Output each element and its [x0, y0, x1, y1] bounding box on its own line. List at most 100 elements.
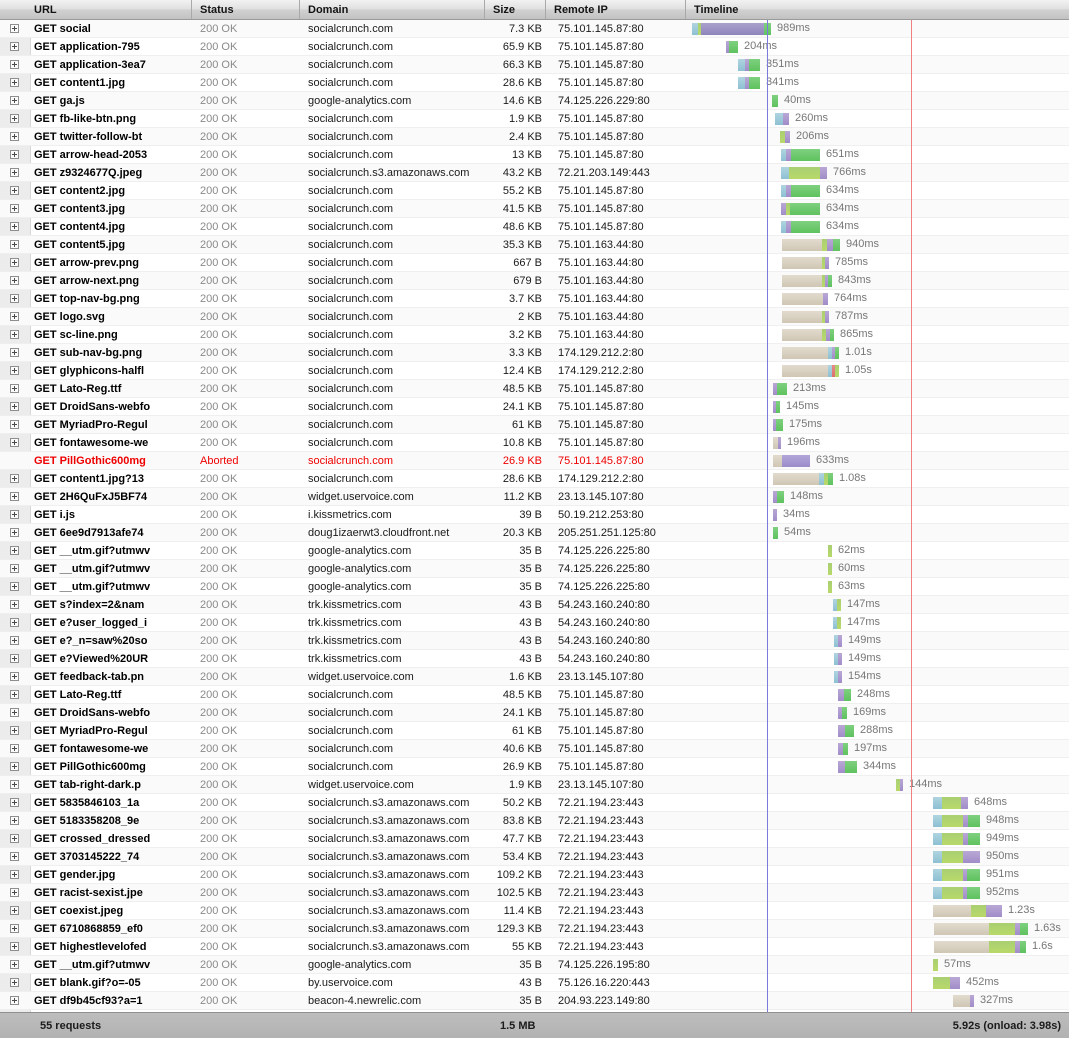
- waterfall-bar[interactable]: [781, 166, 827, 179]
- expand-row-icon[interactable]: [10, 797, 19, 807]
- expand-row-icon[interactable]: [10, 221, 19, 231]
- waterfall-bar[interactable]: [933, 868, 980, 881]
- table-row[interactable]: GET MyriadPro-Regul 200 OK socialcrunch.co…: [0, 416, 1069, 434]
- table-row[interactable]: GET arrow-prev.png 200 OK socialcrunch.com…: [0, 254, 1069, 272]
- table-row[interactable]: GET arrow-next.png 200 OK socialcrunch.com…: [0, 272, 1069, 290]
- expand-row-icon[interactable]: [10, 401, 19, 411]
- table-row[interactable]: GET glyphicons-halfl 200 OK socialcrunch.c…: [0, 362, 1069, 380]
- expand-row-icon[interactable]: [10, 563, 19, 573]
- expand-row-icon[interactable]: [10, 545, 19, 555]
- waterfall-bar[interactable]: [838, 724, 854, 737]
- expand-row-icon[interactable]: [10, 77, 19, 87]
- waterfall-bar[interactable]: [933, 850, 980, 863]
- column-header-size[interactable]: Size: [485, 0, 546, 19]
- waterfall-bar[interactable]: [773, 490, 784, 503]
- waterfall-bar[interactable]: [781, 184, 820, 197]
- expand-row-icon[interactable]: [10, 905, 19, 915]
- table-row[interactable]: GET crossed_dressed 200 OK socialcrunch.s3…: [0, 830, 1069, 848]
- expand-row-icon[interactable]: [10, 131, 19, 141]
- table-row[interactable]: GET tab-right-dark.p 200 OK widget.uservoi…: [0, 776, 1069, 794]
- waterfall-bar[interactable]: [773, 454, 810, 467]
- waterfall-bar[interactable]: [773, 526, 778, 539]
- expand-row-icon[interactable]: [10, 437, 19, 447]
- expand-row-icon[interactable]: [10, 275, 19, 285]
- waterfall-bar[interactable]: [933, 832, 980, 845]
- expand-row-icon[interactable]: [10, 167, 19, 177]
- expand-row-icon[interactable]: [10, 527, 19, 537]
- waterfall-bar[interactable]: [782, 364, 839, 377]
- table-row[interactable]: GET z9324677Q.jpeg 200 OK socialcrunch.s3.…: [0, 164, 1069, 182]
- waterfall-bar[interactable]: [738, 58, 760, 71]
- waterfall-bar[interactable]: [838, 706, 847, 719]
- table-row[interactable]: GET application-795 200 OK socialcrunch.co…: [0, 38, 1069, 56]
- waterfall-bar[interactable]: [738, 76, 760, 89]
- waterfall-bar[interactable]: [934, 940, 1026, 953]
- waterfall-bar[interactable]: [933, 814, 980, 827]
- expand-row-icon[interactable]: [10, 635, 19, 645]
- table-row[interactable]: GET 5835846103_1a 200 OK socialcrunch.s3.a…: [0, 794, 1069, 812]
- waterfall-bar[interactable]: [782, 292, 828, 305]
- expand-row-icon[interactable]: [10, 113, 19, 123]
- waterfall-bar[interactable]: [726, 40, 738, 53]
- waterfall-bar[interactable]: [834, 652, 842, 665]
- expand-row-icon[interactable]: [10, 761, 19, 771]
- waterfall-bar[interactable]: [775, 112, 789, 125]
- table-row[interactable]: GET content3.jpg 200 OK socialcrunch.com 41…: [0, 200, 1069, 218]
- expand-row-icon[interactable]: [10, 671, 19, 681]
- waterfall-bar[interactable]: [692, 22, 771, 35]
- expand-row-icon[interactable]: [10, 311, 19, 321]
- expand-row-icon[interactable]: [10, 923, 19, 933]
- expand-row-icon[interactable]: [10, 851, 19, 861]
- waterfall-bar[interactable]: [780, 130, 790, 143]
- table-row[interactable]: GET content4.jpg 200 OK socialcrunch.com 48…: [0, 218, 1069, 236]
- waterfall-bar[interactable]: [781, 220, 820, 233]
- waterfall-bar[interactable]: [933, 976, 960, 989]
- table-row[interactable]: GET s?index=2&nam 200 OK trk.kissmetrics.c…: [0, 596, 1069, 614]
- waterfall-bar[interactable]: [933, 796, 968, 809]
- expand-row-icon[interactable]: [10, 617, 19, 627]
- waterfall-bar[interactable]: [782, 310, 829, 323]
- table-row[interactable]: GET __utm.gif?utmwv 200 OK google-analytic…: [0, 578, 1069, 596]
- waterfall-bar[interactable]: [833, 598, 841, 611]
- expand-row-icon[interactable]: [10, 239, 19, 249]
- table-row[interactable]: GET e?_n=saw%20so 200 OK trk.kissmetrics.c…: [0, 632, 1069, 650]
- expand-row-icon[interactable]: [10, 869, 19, 879]
- waterfall-bar[interactable]: [773, 418, 783, 431]
- waterfall-bar[interactable]: [781, 148, 820, 161]
- table-row[interactable]: GET logo.svg 200 OK socialcrunch.com 2 KB 75…: [0, 308, 1069, 326]
- table-row[interactable]: GET PillGothic600mg Aborted socialcrunch.c…: [0, 452, 1069, 470]
- table-row[interactable]: GET e?user_logged_i 200 OK trk.kissmetrics…: [0, 614, 1069, 632]
- expand-row-icon[interactable]: [10, 509, 19, 519]
- table-row[interactable]: GET DroidSans-webfo 200 OK socialcrunch.co…: [0, 704, 1069, 722]
- expand-row-icon[interactable]: [10, 491, 19, 501]
- waterfall-bar[interactable]: [828, 580, 832, 593]
- waterfall-bar[interactable]: [782, 256, 829, 269]
- table-row[interactable]: GET __utm.gif?utmwv 200 OK google-analytic…: [0, 560, 1069, 578]
- expand-row-icon[interactable]: [10, 743, 19, 753]
- table-row[interactable]: GET sub-nav-bg.png 200 OK socialcrunch.com…: [0, 344, 1069, 362]
- waterfall-bar[interactable]: [833, 616, 841, 629]
- table-row[interactable]: GET sc-line.png 200 OK socialcrunch.com 3.2…: [0, 326, 1069, 344]
- waterfall-bar[interactable]: [838, 742, 848, 755]
- table-row[interactable]: GET fontawesome-we 200 OK socialcrunch.com…: [0, 434, 1069, 452]
- expand-row-icon[interactable]: [10, 23, 19, 33]
- table-row[interactable]: GET i.js 200 OK i.kissmetrics.com 39 B 50.19…: [0, 506, 1069, 524]
- waterfall-bar[interactable]: [953, 994, 974, 1007]
- table-row[interactable]: GET MyriadPro-Regul 200 OK socialcrunch.co…: [0, 722, 1069, 740]
- expand-row-icon[interactable]: [10, 977, 19, 987]
- waterfall-bar[interactable]: [782, 274, 832, 287]
- expand-row-icon[interactable]: [10, 779, 19, 789]
- expand-row-icon[interactable]: [10, 707, 19, 717]
- table-row[interactable]: GET 5183358208_9e 200 OK socialcrunch.s3.a…: [0, 812, 1069, 830]
- waterfall-bar[interactable]: [773, 400, 780, 413]
- waterfall-bar[interactable]: [896, 778, 903, 791]
- waterfall-bar[interactable]: [934, 922, 1028, 935]
- table-row[interactable]: GET coexist.jpeg 200 OK socialcrunch.s3.am…: [0, 902, 1069, 920]
- table-row[interactable]: GET 3703145222_74 200 OK socialcrunch.s3.a…: [0, 848, 1069, 866]
- table-row[interactable]: GET content5.jpg 200 OK socialcrunch.com 35…: [0, 236, 1069, 254]
- table-row[interactable]: GET Lato-Reg.ttf 200 OK socialcrunch.com 48…: [0, 380, 1069, 398]
- table-row[interactable]: GET gender.jpg 200 OK socialcrunch.s3.amaz…: [0, 866, 1069, 884]
- table-row[interactable]: GET application-3ea7 200 OK socialcrunch.c…: [0, 56, 1069, 74]
- expand-row-icon[interactable]: [10, 203, 19, 213]
- column-header-url[interactable]: URL: [0, 0, 192, 19]
